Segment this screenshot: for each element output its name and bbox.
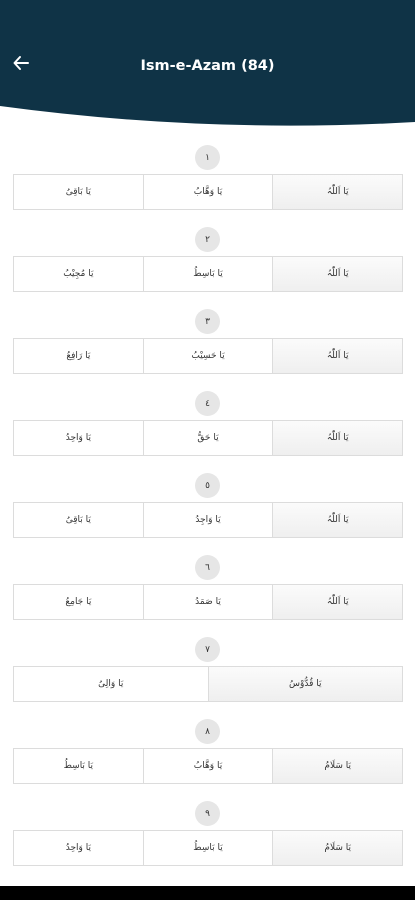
app-header: Ism-e-Azam (84) <box>0 42 415 126</box>
name-group: ٢ یَا مُجِیْبُ یَا بَاسِطُ یَا اَللّٰہُ <box>0 227 415 309</box>
status-bar <box>0 0 415 42</box>
names-row: یَا بَاقِیُ یَا وَاجِدُ یَا اَللّٰہُ <box>13 502 403 538</box>
name-cell[interactable]: یَا قُدُّوْسُ <box>207 667 402 701</box>
name-cell[interactable]: یَا وَاحِدُ <box>14 421 143 455</box>
group-number-badge: ٦ <box>195 555 220 580</box>
name-cell[interactable]: یَا سَلَامُ <box>272 749 403 783</box>
name-group: ٤ یَا وَاحِدُ یَا حَقُّ یَا اَللّٰہُ <box>0 391 415 473</box>
group-number-badge: ٩ <box>195 801 220 826</box>
name-cell[interactable]: یَا وَاجِدُ <box>142 503 273 537</box>
name-cell[interactable]: یَا اَللّٰہُ <box>272 339 403 373</box>
name-cell[interactable]: یَا وَاحِدُ <box>14 831 143 865</box>
name-group: ٣ یَا رَافِعُ یَا حَسِیْبُ یَا اَللّٰہُ <box>0 309 415 391</box>
names-row: یَا وَاحِدُ یَا حَقُّ یَا اَللّٰہُ <box>13 420 403 456</box>
name-cell[interactable]: یَا وَھَّابُ <box>142 749 273 783</box>
name-cell[interactable]: یَا مُجِیْبُ <box>14 257 143 291</box>
name-cell[interactable]: یَا اَللّٰہُ <box>272 175 403 209</box>
name-cell[interactable]: یَا سَلَامُ <box>272 831 403 865</box>
name-group: ٨ یَا بَاسِطُ یَا وَھَّابُ یَا سَلَامُ <box>0 719 415 801</box>
name-cell[interactable]: یَا حَقُّ <box>142 421 273 455</box>
name-cell[interactable]: یَا بَاقِیُ <box>14 503 143 537</box>
names-row: یَا مُجِیْبُ یَا بَاسِطُ یَا اَللّٰہُ <box>13 256 403 292</box>
name-cell[interactable]: یَا جَامِعُ <box>14 585 143 619</box>
name-cell[interactable]: یَا وَالِیُ <box>14 667 208 701</box>
name-cell[interactable]: یَا بَاسِطُ <box>142 831 273 865</box>
header-wave-background <box>0 42 415 126</box>
group-number-badge: ٨ <box>195 719 220 744</box>
name-cell[interactable]: یَا بَاقِیُ <box>14 175 143 209</box>
name-group: ٩ یَا وَاحِدُ یَا بَاسِطُ یَا سَلَامُ <box>0 801 415 883</box>
names-row: یَا بَاسِطُ یَا وَھَّابُ یَا سَلَامُ <box>13 748 403 784</box>
name-cell[interactable]: یَا اَللّٰہُ <box>272 585 403 619</box>
names-row: یَا وَالِیُ یَا قُدُّوْسُ <box>13 666 403 702</box>
names-list: ١ یَا بَاقِیُ یَا وَھَّابُ یَا اَللّٰہُ ٢ یَا… <box>0 145 415 883</box>
names-row: یَا بَاقِیُ یَا وَھَّابُ یَا اَللّٰہُ <box>13 174 403 210</box>
group-number-badge: ١ <box>195 145 220 170</box>
group-number-badge: ٢ <box>195 227 220 252</box>
name-cell[interactable]: یَا رَافِعُ <box>14 339 143 373</box>
name-group: ٦ یَا جَامِعُ یَا صَمَدُ یَا اَللّٰہُ <box>0 555 415 637</box>
name-cell[interactable]: یَا وَھَّابُ <box>142 175 273 209</box>
name-cell[interactable]: یَا بَاسِطُ <box>142 257 273 291</box>
navigation-bar <box>0 886 415 900</box>
name-cell[interactable]: یَا اَللّٰہُ <box>272 257 403 291</box>
name-cell[interactable]: یَا اَللّٰہُ <box>272 421 403 455</box>
group-number-badge: ٧ <box>195 637 220 662</box>
name-group: ١ یَا بَاقِیُ یَا وَھَّابُ یَا اَللّٰہُ <box>0 145 415 227</box>
name-cell[interactable]: یَا صَمَدُ <box>142 585 273 619</box>
name-group: ٥ یَا بَاقِیُ یَا وَاجِدُ یَا اَللّٰہُ <box>0 473 415 555</box>
name-cell[interactable]: یَا اَللّٰہُ <box>272 503 403 537</box>
name-cell[interactable]: یَا حَسِیْبُ <box>142 339 273 373</box>
name-cell[interactable]: یَا بَاسِطُ <box>14 749 143 783</box>
page-title: Ism-e-Azam (84) <box>140 58 275 74</box>
group-number-badge: ٥ <box>195 473 220 498</box>
names-row: یَا وَاحِدُ یَا بَاسِطُ یَا سَلَامُ <box>13 830 403 866</box>
names-row: یَا رَافِعُ یَا حَسِیْبُ یَا اَللّٰہُ <box>13 338 403 374</box>
names-row: یَا جَامِعُ یَا صَمَدُ یَا اَللّٰہُ <box>13 584 403 620</box>
group-number-badge: ٣ <box>195 309 220 334</box>
name-group: ٧ یَا وَالِیُ یَا قُدُّوْسُ <box>0 637 415 719</box>
group-number-badge: ٤ <box>195 391 220 416</box>
